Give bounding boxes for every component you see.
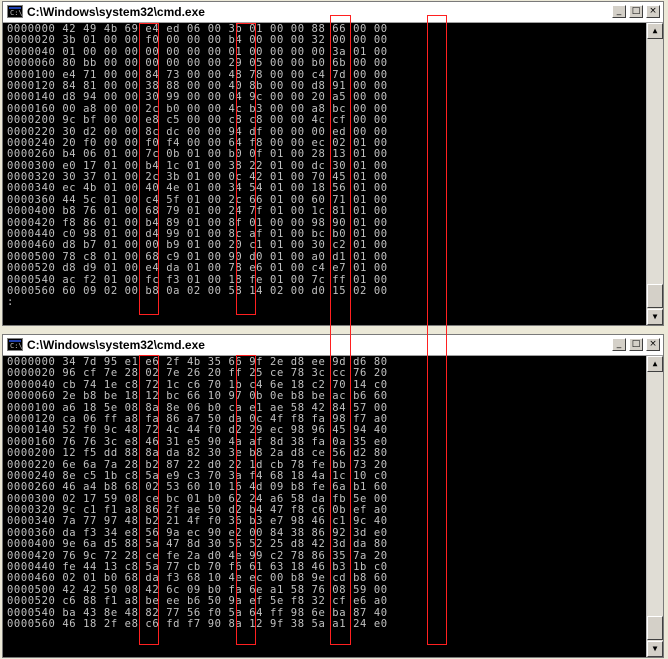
hex-line: 0000560 60 09 02 00 b8 0a 02 00 58 14 02… [7, 284, 388, 297]
hex-dump-lines: 0000000 34 7d 95 e1 e6 2f 4b 35 66 9f 2e… [7, 356, 388, 630]
prompt-cursor: : [7, 296, 14, 309]
hex-line: 0000260 b4 06 01 00 7c 0b 01 00 b0 0f 01… [7, 148, 388, 161]
hex-line: 0000200 9c bf 00 00 e8 c5 00 00 c8 c8 00… [7, 114, 388, 127]
cmd-icon-glyph: C:\ [10, 9, 23, 17]
scroll-down-button[interactable]: ▼ [647, 309, 663, 325]
vertical-scrollbar-bottom[interactable]: ▲ ▼ [646, 356, 663, 657]
cmd-window-bottom[interactable]: C:\ C:\Windows\system32\cmd.exe _ □ × 00… [2, 334, 664, 658]
hex-line: 0000260 46 a4 b8 68 02 53 60 10 16 4d 09… [7, 481, 388, 494]
window-title: C:\Windows\system32\cmd.exe [27, 338, 205, 352]
cmd-icon[interactable]: C:\ [7, 5, 23, 18]
hex-line: 0000060 80 bb 00 00 00 00 00 00 29 05 00… [7, 57, 388, 70]
hex-line: 0000060 2e b8 be 18 12 bc 66 10 97 0b 0e… [7, 390, 388, 403]
scroll-thumb[interactable] [647, 284, 663, 308]
minimize-button[interactable]: _ [612, 5, 626, 18]
hex-dump-lines: 0000000 42 49 4b 69 e4 ed 06 00 3b 01 00… [7, 23, 388, 309]
minimize-button[interactable]: _ [612, 338, 626, 351]
close-button[interactable]: × [646, 338, 660, 351]
scroll-thumb[interactable] [647, 616, 663, 640]
maximize-button[interactable]: □ [629, 338, 643, 351]
cmd-icon-glyph: C:\ [10, 342, 23, 350]
vertical-scrollbar-top[interactable]: ▲ ▼ [646, 23, 663, 325]
console-output-bottom[interactable]: 0000000 34 7d 95 e1 e6 2f 4b 35 66 9f 2e… [3, 356, 646, 657]
close-button[interactable]: × [646, 5, 660, 18]
scroll-up-button[interactable]: ▲ [647, 23, 663, 39]
console-output-top[interactable]: 0000000 42 49 4b 69 e4 ed 06 00 3b 01 00… [3, 23, 646, 325]
maximize-button[interactable]: □ [629, 5, 643, 18]
cmd-icon[interactable]: C:\ [7, 338, 23, 351]
window-title: C:\Windows\system32\cmd.exe [27, 5, 205, 19]
hex-line: 0000200 12 f5 dd 88 8a da 82 30 3e b8 2a… [7, 447, 388, 460]
cmd-window-top[interactable]: C:\ C:\Windows\system32\cmd.exe _ □ × 00… [2, 1, 664, 326]
hex-line: 0000520 d8 d9 01 00 e4 da 01 00 78 e6 01… [7, 262, 388, 275]
hex-line: 0000520 c6 88 f1 a8 be ee b6 50 9a ef 5e… [7, 595, 388, 608]
title-bar-bottom[interactable]: C:\ C:\Windows\system32\cmd.exe _ □ × [3, 335, 663, 356]
title-bar-top[interactable]: C:\ C:\Windows\system32\cmd.exe _ □ × [3, 2, 663, 23]
scroll-up-button[interactable]: ▲ [647, 356, 663, 372]
hex-line: 0000400 9e 6a d5 88 5a 47 8d 30 56 52 25… [7, 538, 388, 551]
scroll-down-button[interactable]: ▼ [647, 641, 663, 657]
hex-line: 0000400 b8 76 01 00 68 79 01 00 24 7f 01… [7, 205, 388, 218]
hex-line: 0000560 46 18 2f e8 c6 fd f7 90 8a 12 9f… [7, 617, 388, 630]
